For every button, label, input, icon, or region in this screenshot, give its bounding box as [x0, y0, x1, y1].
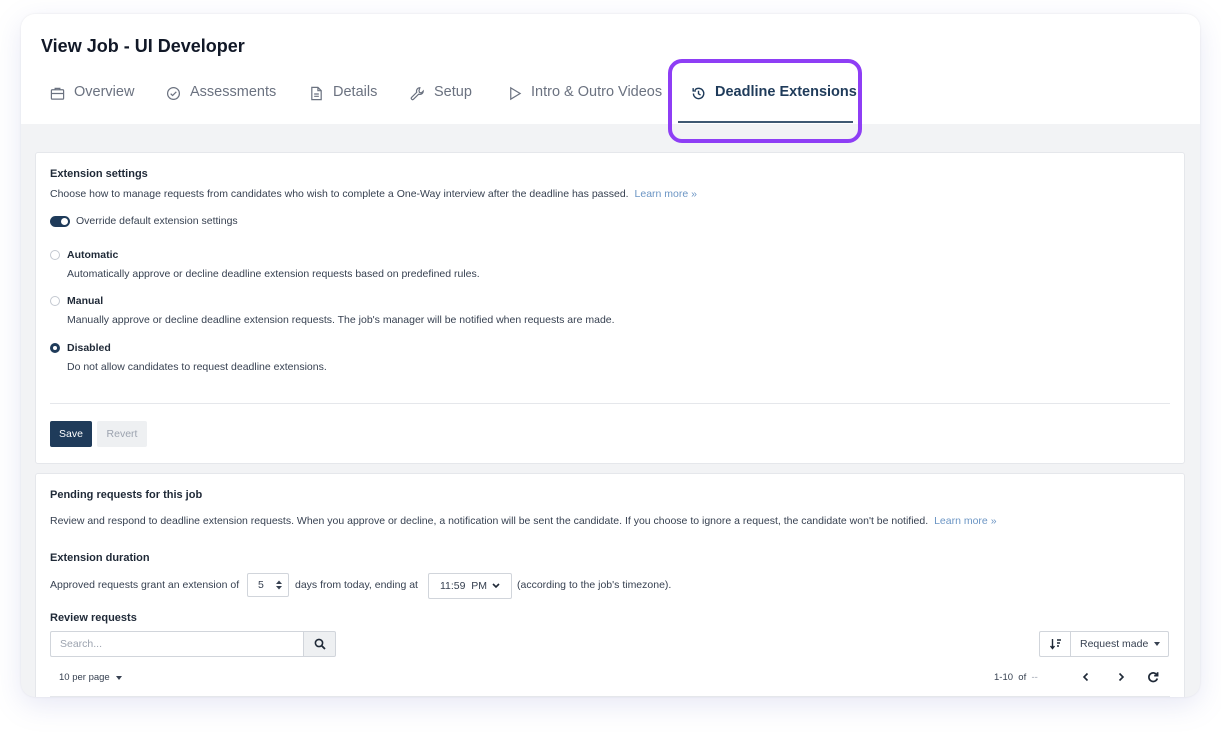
- sort-descending-icon: [1049, 639, 1061, 650]
- page-range: 1-10: [994, 672, 1014, 683]
- tab-deadline-extensions[interactable]: Deadline Extensions: [691, 84, 857, 124]
- duration-suffix: (according to the job's timezone).: [517, 579, 672, 591]
- option-description-manual: Manually approve or decline deadline ext…: [67, 314, 615, 326]
- override-toggle[interactable]: [50, 216, 70, 227]
- prev-page-button[interactable]: [1079, 670, 1093, 684]
- of-label: of: [1018, 672, 1027, 683]
- section-description: Choose how to manage requests from candi…: [50, 188, 697, 200]
- option-label-manual: Manual: [67, 295, 104, 307]
- option-description-disabled: Do not allow candidates to request deadl…: [67, 361, 327, 373]
- stepper-arrows-icon: [276, 580, 282, 590]
- tab-assessments[interactable]: Assessments: [166, 84, 276, 124]
- tab-overview[interactable]: Overview: [50, 84, 134, 124]
- option-label-disabled: Disabled: [67, 342, 111, 354]
- section-heading: Pending requests for this job: [50, 489, 203, 501]
- search-input[interactable]: [50, 631, 304, 657]
- chevron-right-icon: [1118, 672, 1125, 682]
- days-stepper[interactable]: 5: [247, 573, 289, 597]
- tab-label: Details: [333, 84, 378, 100]
- section-heading: Extension settings: [50, 168, 148, 180]
- divider: [50, 403, 1170, 404]
- refresh-button[interactable]: [1146, 670, 1160, 684]
- tab-details[interactable]: Details: [309, 84, 377, 124]
- page-header: View Job - UI Developer Overview Assessm…: [21, 14, 1200, 124]
- duration-prefix: Approved requests grant an extension of: [50, 579, 240, 591]
- radio-disabled[interactable]: [50, 343, 60, 353]
- per-page-select[interactable]: 10 per page: [59, 672, 122, 683]
- learn-more-link[interactable]: Learn more »: [934, 515, 996, 527]
- search-button[interactable]: [303, 631, 336, 657]
- tab-setup[interactable]: Setup: [410, 84, 472, 124]
- time-value: 11:59 PM: [439, 580, 488, 592]
- tab-bar: Overview Assessments Details Setup Intro…: [21, 84, 1200, 124]
- page-title: View Job - UI Developer: [41, 36, 245, 56]
- per-page-label: 10 per page: [59, 672, 110, 683]
- document-icon: [309, 86, 324, 101]
- next-page-button[interactable]: [1114, 670, 1128, 684]
- active-tab-indicator: [678, 121, 853, 123]
- chevron-down-icon: [492, 583, 500, 589]
- tab-intro-outro-videos[interactable]: Intro & Outro Videos: [507, 84, 662, 124]
- sort-field-label: Request made: [1080, 638, 1149, 650]
- play-icon: [507, 86, 522, 101]
- days-value: 5: [258, 579, 264, 591]
- section-description: Review and respond to deadline extension…: [50, 515, 997, 527]
- tab-label: Deadline Extensions: [715, 84, 857, 100]
- sort-field-select[interactable]: Request made: [1070, 631, 1169, 657]
- wrench-icon: [410, 86, 425, 101]
- learn-more-link[interactable]: Learn more »: [635, 188, 697, 200]
- radio-manual[interactable]: [50, 296, 60, 306]
- table-top-border: [50, 696, 1170, 697]
- override-label: Override default extension settings: [76, 215, 238, 227]
- caret-down-icon: [115, 675, 122, 680]
- app-window: View Job - UI Developer Overview Assessm…: [21, 14, 1200, 697]
- pagination-info: 1-10 of --: [994, 672, 1038, 683]
- search-icon: [314, 638, 326, 650]
- save-button[interactable]: Save: [50, 421, 92, 447]
- total-count: --: [1031, 672, 1038, 683]
- pending-requests-card: Pending requests for this job Review and…: [35, 473, 1185, 697]
- check-circle-icon: [166, 86, 181, 101]
- tab-label: Intro & Outro Videos: [531, 84, 663, 100]
- radio-automatic[interactable]: [50, 250, 60, 260]
- end-time-select[interactable]: 11:59 PM: [428, 573, 512, 599]
- tab-label: Setup: [434, 84, 472, 100]
- briefcase-icon: [50, 86, 65, 101]
- revert-button[interactable]: Revert: [97, 421, 147, 447]
- review-requests-heading: Review requests: [50, 612, 137, 624]
- tab-label: Overview: [74, 84, 135, 100]
- tab-label: Assessments: [190, 84, 277, 100]
- sort-direction-button[interactable]: [1039, 631, 1071, 657]
- caret-down-icon: [1154, 642, 1161, 646]
- extension-duration-heading: Extension duration: [50, 552, 150, 564]
- history-icon: [691, 86, 706, 101]
- option-description-automatic: Automatically approve or decline deadlin…: [67, 268, 480, 280]
- option-label-automatic: Automatic: [67, 249, 119, 261]
- chevron-left-icon: [1082, 672, 1089, 682]
- extension-settings-card: Extension settings Choose how to manage …: [35, 152, 1185, 464]
- refresh-icon: [1148, 672, 1159, 683]
- duration-middle: days from today, ending at: [295, 579, 418, 591]
